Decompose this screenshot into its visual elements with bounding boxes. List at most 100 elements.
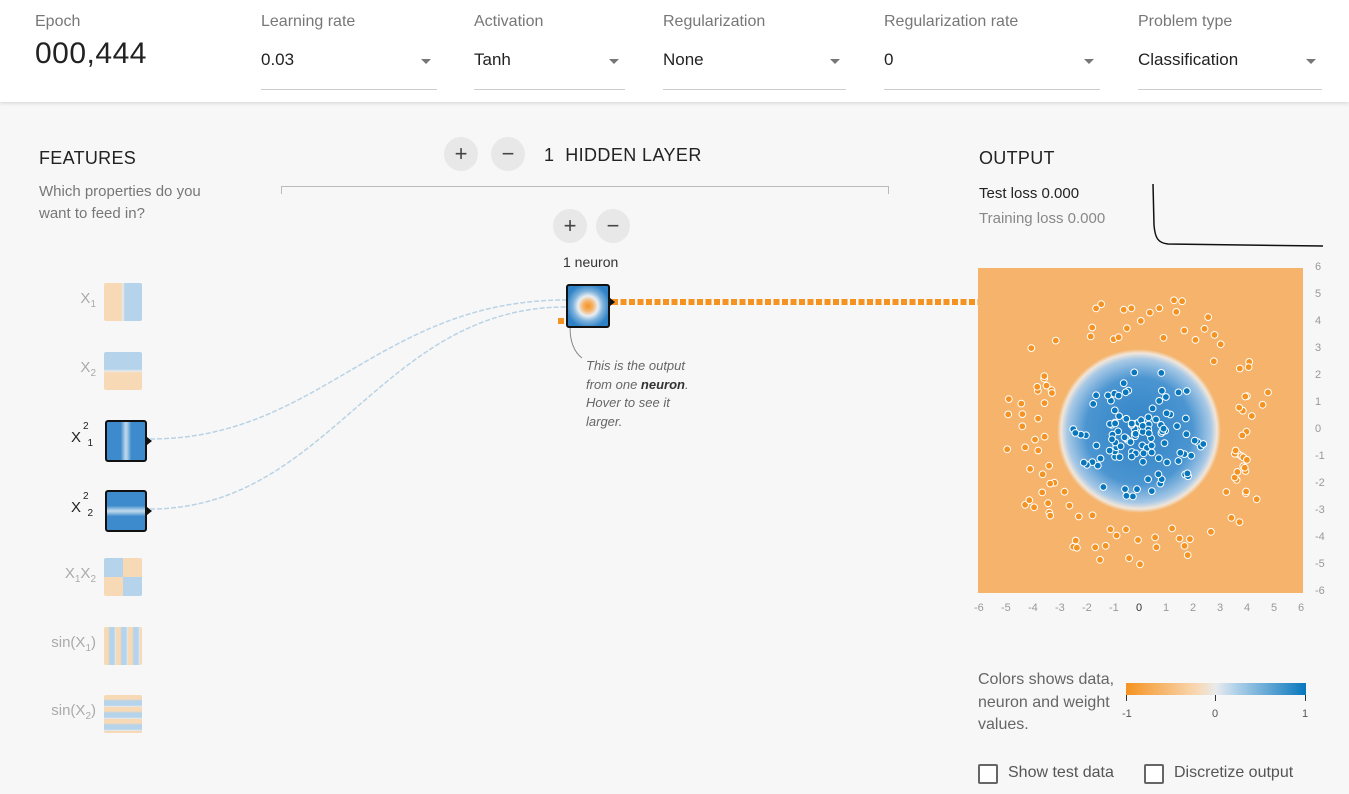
negative-data-point <box>1180 542 1189 550</box>
negative-data-point <box>1021 443 1029 452</box>
negative-data-point <box>1045 461 1053 470</box>
scale-tick-mid <box>1215 695 1216 701</box>
output-decision-heatmap[interactable] <box>975 265 1305 615</box>
feature-x2[interactable]: X2 <box>80 352 148 396</box>
positive-data-point <box>1182 387 1191 395</box>
feature-x1x2[interactable]: X1X2 <box>65 558 148 602</box>
positive-data-point <box>1173 422 1181 431</box>
activation-value: Tanh <box>474 50 511 69</box>
learning-rate-label: Learning rate <box>261 13 356 30</box>
negative-data-point <box>1123 324 1131 333</box>
negative-data-point <box>1243 455 1251 464</box>
neuron-count-label: 1 neuron <box>563 254 619 270</box>
negative-data-point <box>1258 400 1267 409</box>
show-test-data-checkbox[interactable] <box>978 764 998 784</box>
positive-data-point <box>1174 388 1183 397</box>
negative-data-point <box>1222 488 1231 496</box>
regularization-rate-select[interactable]: 0 <box>884 46 1100 90</box>
y-tick-label: -2 <box>1315 477 1325 489</box>
positive-data-point <box>1122 491 1131 500</box>
test-loss-text: Test loss 0.000 <box>979 185 1079 202</box>
discretize-output-label[interactable]: Discretize output <box>1174 764 1293 782</box>
test-loss-value: 0.000 <box>1041 185 1080 202</box>
positive-data-point <box>1127 419 1136 428</box>
negative-data-point <box>1088 323 1097 332</box>
link-x1sq-to-neuron[interactable] <box>149 299 567 440</box>
color-scale-bar <box>1126 683 1306 695</box>
neuron-output-arrow <box>610 298 615 306</box>
positive-data-point <box>1105 446 1114 455</box>
activation-select[interactable]: Tanh <box>474 46 625 90</box>
features-subtitle: Which properties do you want to feed in? <box>39 183 201 222</box>
negative-data-point <box>1252 495 1261 504</box>
positive-data-point <box>1187 451 1196 460</box>
add-layer-button[interactable]: + <box>444 137 478 171</box>
add-neuron-button[interactable]: + <box>553 209 587 243</box>
y-tick-label: -3 <box>1315 504 1325 516</box>
regularization-control: Regularization None <box>663 13 846 90</box>
negative-data-point <box>1038 488 1047 497</box>
test-loss-curve <box>1152 183 1324 247</box>
positive-data-point <box>1147 441 1156 450</box>
negative-data-point <box>1040 399 1049 408</box>
x-tick-label: -5 <box>1001 602 1011 614</box>
regularization-select[interactable]: None <box>663 46 846 90</box>
show-test-data-label[interactable]: Show test data <box>1008 764 1114 782</box>
feature-x2sq[interactable]: X22 <box>71 490 152 534</box>
remove-layer-button[interactable]: − <box>491 137 525 171</box>
training-loss-text: Training loss 0.000 <box>979 210 1105 227</box>
chevron-down-icon <box>830 59 840 64</box>
feature-sinx2[interactable]: sin(X2) <box>51 695 148 739</box>
positive-data-point <box>1152 415 1160 424</box>
positive-data-point <box>1139 457 1147 466</box>
negative-data-point <box>1044 499 1052 508</box>
positive-data-point <box>1163 458 1171 467</box>
feature-x1sq-thumbnail[interactable] <box>105 420 147 462</box>
positive-data-point <box>1155 397 1164 405</box>
feature-x2-thumbnail[interactable] <box>104 352 142 390</box>
negative-data-point <box>1151 533 1160 542</box>
x-tick-label: 3 <box>1217 602 1224 614</box>
feature-x1sq[interactable]: X12 <box>71 420 152 464</box>
positive-data-point <box>1147 487 1156 496</box>
x-tick-label: 2 <box>1190 602 1197 614</box>
feature-x1x2-thumbnail[interactable] <box>104 558 142 596</box>
feature-sinx2-thumbnail[interactable] <box>104 695 142 733</box>
x-tick-label: 5 <box>1271 602 1278 614</box>
training-loss-label: Training loss <box>979 210 1064 227</box>
feature-sinx1[interactable]: sin(X1) <box>51 627 148 671</box>
feature-x1-thumbnail[interactable] <box>104 283 142 321</box>
positive-data-point <box>1119 379 1128 388</box>
positive-data-point <box>1154 454 1163 463</box>
remove-neuron-button[interactable]: − <box>596 209 630 243</box>
negative-data-point <box>1168 524 1177 533</box>
positive-data-point <box>1174 457 1183 465</box>
problem-type-select[interactable]: Classification <box>1138 46 1322 90</box>
positive-data-point <box>1099 483 1108 491</box>
negative-data-point <box>1264 388 1272 397</box>
negative-data-point <box>1125 554 1134 563</box>
x-tick-label: 1 <box>1163 602 1170 614</box>
positive-data-point <box>1199 440 1208 448</box>
positive-data-point <box>1144 413 1153 422</box>
feature-sinx1-thumbnail[interactable] <box>104 627 142 665</box>
positive-data-point <box>1144 475 1153 484</box>
scale-label-mid: 0 <box>1212 708 1219 720</box>
negative-data-point <box>1004 410 1013 419</box>
negative-data-point <box>1018 422 1027 431</box>
feature-x1[interactable]: X1 <box>80 283 148 327</box>
positive-data-point <box>1121 388 1130 397</box>
learning-rate-select[interactable]: 0.03 <box>261 46 437 90</box>
discretize-output-checkbox[interactable] <box>1144 764 1164 784</box>
positive-data-point <box>1162 393 1170 401</box>
link-x2sq-to-neuron[interactable] <box>149 306 567 510</box>
hidden-neuron[interactable] <box>566 284 610 328</box>
test-loss-label: Test loss <box>979 185 1038 202</box>
negative-data-point <box>1017 399 1026 408</box>
hidden-layer-title: 1 HIDDEN LAYER <box>544 145 702 166</box>
regularization-value: None <box>663 50 704 69</box>
positive-data-point <box>1159 424 1168 433</box>
y-tick-label: 4 <box>1315 315 1322 327</box>
feature-x2sq-thumbnail[interactable] <box>105 490 147 532</box>
activation-label: Activation <box>474 13 544 30</box>
